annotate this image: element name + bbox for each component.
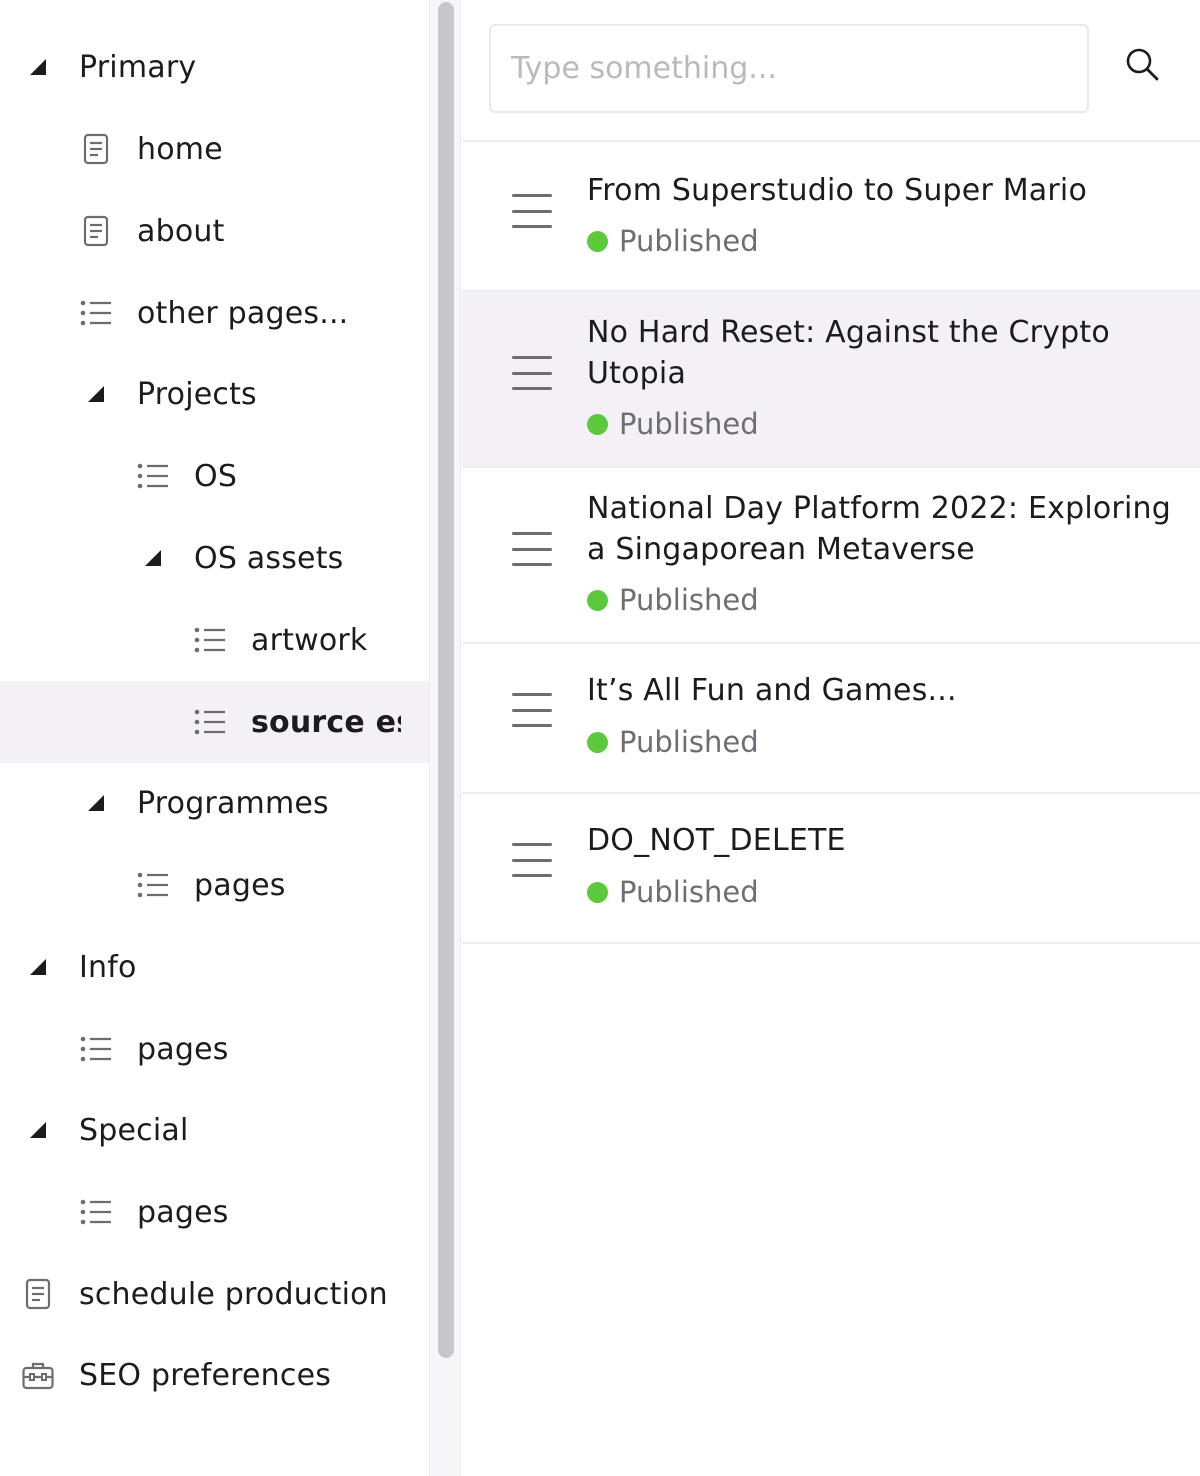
status-label: Published — [619, 875, 759, 909]
collapse-triangle-icon[interactable] — [22, 51, 54, 83]
list-icon — [194, 624, 226, 656]
tree-item-label: source ess — [251, 704, 401, 740]
tree-item-other-pages[interactable]: other pages... — [0, 272, 429, 354]
list-icon — [80, 297, 112, 329]
document-icon — [80, 133, 112, 165]
status-label: Published — [619, 224, 759, 258]
tree-item-label: pages — [137, 1031, 229, 1067]
tree-item-primary[interactable]: Primary — [0, 26, 429, 108]
list-icon — [137, 869, 169, 901]
tree-item-label: Info — [79, 949, 137, 985]
document-row[interactable]: National Day Platform 2022: Exploring a … — [462, 468, 1200, 644]
tree-item-label: schedule production — [79, 1276, 388, 1312]
tree-item-label: OS — [194, 458, 238, 494]
tree-item-label: OS assets — [194, 540, 344, 576]
document-title: From Superstudio to Super Mario — [587, 173, 1087, 208]
tree-item-projects[interactable]: Projects — [0, 353, 429, 435]
sidebar-scrollbar[interactable] — [431, 0, 461, 1476]
tree-item-programmes-pages[interactable]: pages — [0, 844, 429, 926]
tree-item-label: Special — [79, 1112, 189, 1148]
tree-item-schedule-production[interactable]: schedule production — [0, 1253, 429, 1335]
status-badge: Published — [587, 725, 759, 759]
scrollbar-thumb[interactable] — [438, 2, 454, 1358]
tree-item-home[interactable]: home — [0, 108, 429, 190]
tree-item-label: Programmes — [137, 785, 329, 821]
search-input[interactable] — [491, 26, 1087, 111]
document-row[interactable]: From Superstudio to Super Mario Publishe… — [462, 142, 1200, 292]
status-dot-icon — [587, 731, 608, 753]
tree-item-info[interactable]: Info — [0, 926, 429, 1008]
drag-handle-icon[interactable] — [512, 693, 552, 727]
document-icon — [22, 1278, 54, 1310]
document-list-pane: From Superstudio to Super Mario Publishe… — [462, 0, 1200, 1476]
list-icon — [80, 1196, 112, 1228]
list-icon — [80, 1033, 112, 1065]
collapse-triangle-icon[interactable] — [137, 542, 169, 574]
document-row[interactable]: No Hard Reset: Against the Crypto Utopia… — [462, 292, 1200, 468]
tree-item-special-pages[interactable]: pages — [0, 1171, 429, 1253]
status-badge: Published — [587, 583, 759, 617]
collapse-triangle-icon[interactable] — [80, 787, 112, 819]
document-row[interactable]: It’s All Fun and Games... Published — [462, 644, 1200, 794]
tree-item-label: pages — [194, 867, 286, 903]
tree-item-seo-preferences[interactable]: SEO preferences — [0, 1334, 429, 1416]
tree-item-label: SEO preferences — [79, 1357, 332, 1393]
status-badge: Published — [587, 224, 759, 258]
collapse-triangle-icon[interactable] — [22, 1114, 54, 1146]
search-field[interactable] — [489, 24, 1089, 113]
status-label: Published — [619, 583, 759, 617]
tree-item-programmes[interactable]: Programmes — [0, 762, 429, 844]
collapse-triangle-icon[interactable] — [22, 951, 54, 983]
tree-item-special[interactable]: Special — [0, 1089, 429, 1171]
status-badge: Published — [587, 407, 759, 441]
document-icon — [80, 215, 112, 247]
drag-handle-icon[interactable] — [512, 356, 552, 390]
tree-item-label: Projects — [137, 376, 257, 412]
document-title: DO_NOT_DELETE — [587, 823, 846, 858]
content-tree-sidebar: Primary home about other pages... Projec… — [0, 0, 430, 1476]
drag-handle-icon[interactable] — [512, 843, 552, 877]
toolbox-icon — [22, 1359, 54, 1391]
tree-item-label: Primary — [79, 49, 197, 85]
tree-item-info-pages[interactable]: pages — [0, 1008, 429, 1090]
status-label: Published — [619, 407, 759, 441]
drag-handle-icon[interactable] — [512, 194, 552, 228]
status-dot-icon — [587, 881, 608, 903]
tree-item-label: home — [137, 131, 223, 167]
tree-item-os-assets[interactable]: OS assets — [0, 517, 429, 599]
tree-item-label: about — [137, 213, 225, 249]
document-title: It’s All Fun and Games... — [587, 673, 957, 708]
document-list: From Superstudio to Super Mario Publishe… — [462, 140, 1200, 944]
list-icon — [194, 706, 226, 738]
drag-handle-icon[interactable] — [512, 532, 552, 566]
status-label: Published — [619, 725, 759, 759]
tree-item-label: pages — [137, 1194, 229, 1230]
tree-item-about[interactable]: about — [0, 190, 429, 272]
tree-item-source-ess[interactable]: source ess — [0, 681, 429, 763]
status-dot-icon — [587, 230, 608, 252]
tree-item-label: artwork — [251, 622, 368, 658]
list-icon — [137, 460, 169, 492]
tree-item-artwork[interactable]: artwork — [0, 599, 429, 681]
document-row[interactable]: DO_NOT_DELETE Published — [462, 794, 1200, 944]
search-icon[interactable] — [1122, 44, 1162, 84]
status-badge: Published — [587, 875, 759, 909]
collapse-triangle-icon[interactable] — [80, 378, 112, 410]
tree-item-label: other pages... — [137, 295, 349, 331]
status-dot-icon — [587, 413, 608, 435]
tree-item-os[interactable]: OS — [0, 435, 429, 517]
status-dot-icon — [587, 589, 608, 611]
document-title: National Day Platform 2022: Exploring a … — [587, 491, 1171, 567]
document-title: No Hard Reset: Against the Crypto Utopia — [587, 315, 1110, 391]
